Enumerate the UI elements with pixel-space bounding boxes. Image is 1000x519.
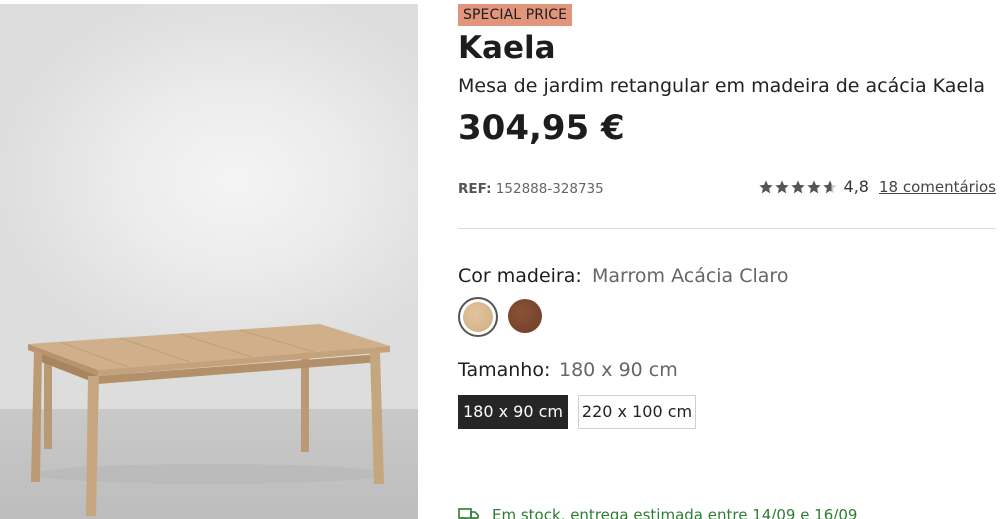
product-description: Mesa de jardim retangular em madeira de …: [458, 75, 986, 97]
stock-text: Em stock, entrega estimada entre 14/09 e…: [492, 506, 858, 519]
size-label: Tamanho:: [458, 359, 551, 381]
stock-status: Em stock, entrega estimada entre 14/09 e…: [458, 506, 857, 519]
wood-color-label: Cor madeira:: [458, 265, 582, 287]
product-rating: 4,8 18 comentários: [758, 177, 996, 196]
section-divider: [458, 228, 996, 229]
rating-value: 4,8: [843, 177, 869, 196]
reviews-link[interactable]: 18 comentários: [879, 178, 996, 196]
special-price-badge: SPECIAL PRICE: [458, 4, 573, 26]
table-illustration: [28, 324, 390, 516]
color-swatch-dark-acacia[interactable]: [508, 299, 542, 333]
product-info-panel: SPECIAL PRICE Kaela Mesa de jardim retan…: [458, 0, 1000, 519]
product-image[interactable]: [0, 4, 418, 519]
rating-stars: [758, 179, 838, 195]
ref-value: 152888-328735: [495, 181, 604, 197]
star-icon: [790, 179, 805, 193]
star-icon: [774, 179, 789, 193]
star-icon: [758, 179, 773, 193]
size-option-220x100[interactable]: 220 x 100 cm: [578, 395, 696, 429]
ref-label: REF:: [458, 181, 492, 197]
color-swatch-light-acacia[interactable]: [458, 297, 498, 337]
product-reference: REF: 152888-328735: [458, 181, 604, 197]
half-star-icon: [822, 179, 837, 193]
swatch-fill: [463, 302, 493, 332]
size-selected-value: 180 x 90 cm: [559, 359, 678, 381]
product-title: Kaela: [458, 30, 556, 66]
wood-color-selected-value: Marrom Acácia Claro: [592, 265, 789, 287]
size-option-180x90[interactable]: 180 x 90 cm: [458, 395, 568, 429]
delivery-truck-icon: [458, 508, 479, 519]
product-price: 304,95 €: [458, 108, 625, 148]
star-icon: [806, 179, 821, 193]
